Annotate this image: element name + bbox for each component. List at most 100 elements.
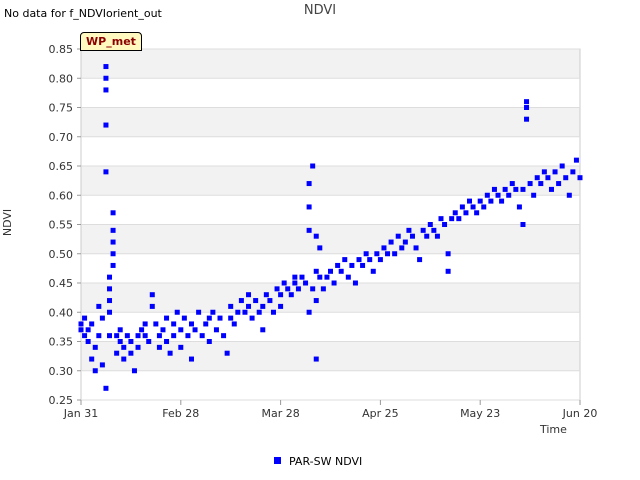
data-point bbox=[149, 303, 155, 309]
data-point bbox=[107, 286, 113, 292]
data-point bbox=[174, 309, 180, 315]
data-point bbox=[121, 344, 127, 350]
data-point bbox=[96, 303, 102, 309]
data-point bbox=[217, 315, 223, 321]
data-point bbox=[360, 262, 366, 268]
y-tick-label: 0.85 bbox=[49, 43, 74, 56]
data-point bbox=[135, 344, 141, 350]
data-point bbox=[103, 64, 109, 70]
data-point bbox=[171, 321, 177, 327]
data-point bbox=[377, 257, 383, 263]
data-point bbox=[103, 169, 109, 175]
data-point bbox=[246, 292, 252, 298]
data-point bbox=[228, 303, 234, 309]
x-axis: Jan 31 Feb 28 Mar 28 Apr 25 May 23 Jun 20 bbox=[63, 400, 598, 420]
data-point bbox=[274, 286, 280, 292]
grid-band bbox=[81, 195, 580, 225]
data-point bbox=[164, 315, 170, 321]
y-tick-label: 0.50 bbox=[49, 248, 74, 261]
data-point bbox=[171, 333, 177, 339]
data-point bbox=[470, 204, 476, 210]
data-point bbox=[110, 262, 116, 268]
data-point bbox=[164, 339, 170, 344]
data-point bbox=[92, 368, 98, 374]
data-point bbox=[107, 274, 113, 280]
legend-label: PAR-SW NDVI bbox=[289, 455, 363, 468]
data-point bbox=[320, 286, 326, 292]
data-point bbox=[149, 292, 155, 298]
data-point bbox=[409, 233, 415, 239]
grid-band bbox=[81, 49, 580, 79]
data-point bbox=[107, 309, 113, 315]
data-point bbox=[527, 181, 533, 187]
data-point bbox=[131, 368, 137, 374]
data-point bbox=[306, 227, 312, 233]
data-point bbox=[324, 274, 330, 280]
data-point bbox=[406, 227, 412, 233]
data-point bbox=[484, 192, 490, 198]
data-point bbox=[388, 239, 394, 245]
data-point bbox=[188, 321, 194, 327]
legend-swatch bbox=[274, 457, 281, 464]
data-point bbox=[328, 268, 333, 274]
data-point bbox=[128, 350, 134, 356]
data-point bbox=[310, 286, 316, 292]
data-point bbox=[235, 309, 241, 315]
data-point bbox=[306, 309, 312, 315]
data-point bbox=[156, 344, 162, 350]
data-point bbox=[367, 257, 373, 263]
data-point bbox=[288, 292, 294, 298]
data-point bbox=[117, 327, 123, 333]
data-point bbox=[449, 216, 455, 222]
data-point bbox=[459, 204, 465, 210]
data-point bbox=[570, 169, 576, 175]
data-point bbox=[228, 315, 234, 321]
data-point bbox=[445, 251, 451, 257]
data-point bbox=[481, 204, 487, 210]
grid-band bbox=[81, 253, 580, 283]
data-point bbox=[431, 227, 437, 233]
data-point bbox=[89, 356, 95, 362]
data-point bbox=[563, 175, 569, 181]
data-point bbox=[142, 333, 148, 339]
data-point bbox=[331, 280, 337, 286]
data-point bbox=[260, 327, 266, 333]
data-point bbox=[420, 227, 426, 233]
data-point bbox=[345, 274, 351, 280]
data-point bbox=[103, 87, 109, 93]
data-point bbox=[381, 245, 387, 251]
data-point bbox=[110, 210, 116, 216]
y-tick-label: 0.70 bbox=[49, 131, 74, 144]
data-point bbox=[256, 309, 262, 315]
x-tick-label: May 23 bbox=[460, 407, 500, 420]
data-point bbox=[253, 298, 259, 304]
data-point bbox=[502, 186, 508, 192]
data-point bbox=[335, 262, 341, 268]
data-point bbox=[313, 233, 319, 239]
data-point bbox=[413, 245, 419, 251]
data-point bbox=[477, 198, 483, 204]
data-point bbox=[370, 268, 376, 274]
legend: PAR-SW NDVI bbox=[274, 455, 362, 468]
data-point bbox=[463, 210, 469, 216]
data-point bbox=[270, 309, 276, 315]
x-tick-label: Jun 20 bbox=[562, 407, 598, 420]
y-tick-label: 0.30 bbox=[49, 365, 74, 378]
data-point bbox=[196, 309, 202, 315]
data-point bbox=[188, 356, 194, 362]
data-point bbox=[452, 210, 458, 216]
data-point bbox=[338, 268, 344, 274]
y-tick-label: 0.80 bbox=[49, 72, 74, 85]
data-point bbox=[342, 257, 348, 263]
y-tick-label: 0.35 bbox=[49, 336, 74, 349]
data-point bbox=[246, 303, 252, 309]
data-point bbox=[82, 333, 88, 339]
data-point bbox=[417, 257, 423, 263]
grid-band bbox=[81, 370, 580, 400]
data-point bbox=[545, 175, 551, 181]
data-point bbox=[313, 268, 319, 274]
data-point bbox=[292, 280, 298, 286]
data-point bbox=[199, 333, 205, 339]
data-point bbox=[317, 274, 323, 280]
ndvi-chart: 0.25 0.30 0.35 0.40 0.45 0.50 0.55 0.60 0.65 0.70… bbox=[49, 43, 598, 420]
